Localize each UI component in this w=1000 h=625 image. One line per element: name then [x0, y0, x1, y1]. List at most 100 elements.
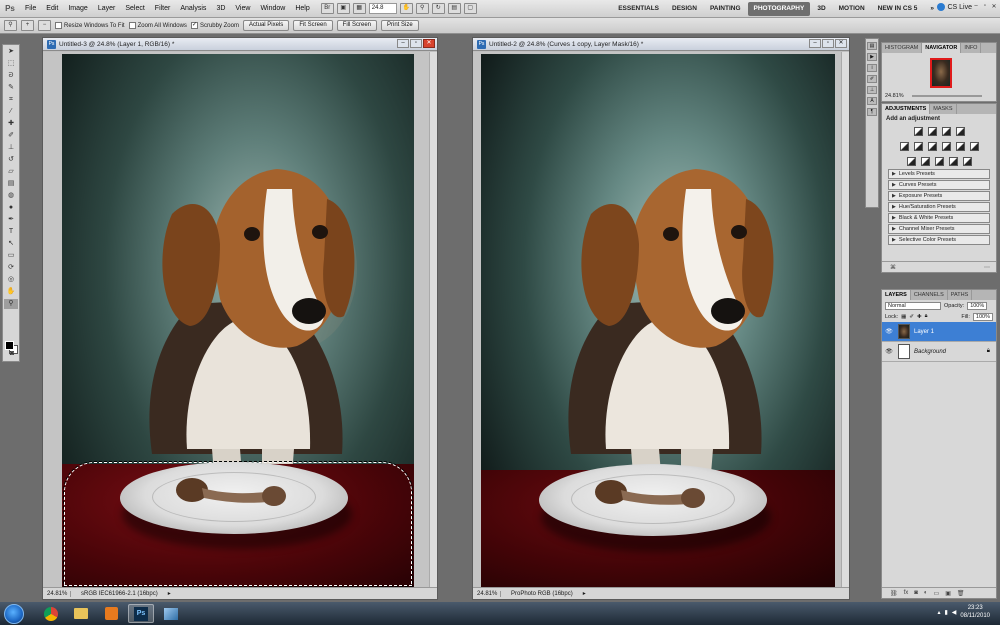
hand-tool-icon[interactable]: ✋ [399, 3, 413, 14]
volume-icon[interactable]: ◀ [952, 609, 957, 616]
panel-options-icon[interactable]: ⋯ [984, 264, 990, 271]
tab-channels[interactable]: CHANNELS [911, 290, 948, 300]
preset-black-white[interactable]: ▶ Black & White Presets [888, 213, 990, 223]
history-brush-tool-icon[interactable]: ↺ [4, 155, 18, 165]
color-balance-icon[interactable] [927, 142, 937, 151]
curves-icon[interactable] [941, 127, 951, 136]
workspace-painting[interactable]: PAINTING [704, 2, 747, 16]
network-icon[interactable]: ▮ [944, 609, 947, 616]
exposure-icon[interactable] [955, 127, 965, 136]
zoom-tool-icon[interactable]: ⚲ [415, 3, 429, 14]
tab-navigator[interactable]: NAVIGATOR [922, 43, 962, 53]
eyedropper-tool-icon[interactable]: ⁄ [4, 107, 18, 117]
black-white-icon[interactable] [941, 142, 951, 151]
pen-tool-icon[interactable]: ✒ [4, 215, 18, 225]
view-extras-icon[interactable]: ▦ [352, 3, 366, 14]
tab-info[interactable]: INFO [961, 43, 982, 53]
quick-mask-icon[interactable]: ◙ [5, 349, 19, 359]
hue-saturation-icon[interactable] [913, 142, 923, 151]
close-icon[interactable]: ✕ [423, 39, 435, 48]
status-arrow-icon[interactable]: ▸ [583, 590, 586, 597]
restore-icon[interactable]: ▫ [410, 39, 422, 48]
workspace-photography[interactable]: PHOTOGRAPHY [747, 2, 811, 16]
photoshop-taskbar-icon[interactable]: Ps [128, 604, 154, 623]
menu-filter[interactable]: Filter [150, 5, 176, 12]
photo-canvas[interactable] [481, 54, 835, 587]
mini-bridge-icon[interactable]: ▣ [336, 3, 350, 14]
photo-canvas[interactable] [62, 54, 414, 587]
eraser-tool-icon[interactable]: ▱ [4, 167, 18, 177]
3d-rotate-tool-icon[interactable]: ⟳ [4, 263, 18, 273]
arrange-documents-icon[interactable]: ▤ [447, 3, 461, 14]
status-zoom[interactable]: 24.81% [47, 590, 71, 597]
tab-masks[interactable]: MASKS [930, 104, 957, 114]
levels-icon[interactable] [927, 127, 937, 136]
clip-to-layer-icon[interactable]: ⌘ [890, 264, 896, 271]
menu-select[interactable]: Select [120, 5, 149, 12]
crop-tool-icon[interactable]: ⌗ [4, 95, 18, 105]
lock-position-icon[interactable]: ✚ [917, 314, 922, 320]
move-tool-icon[interactable]: ➤ [4, 47, 18, 57]
actions-panel-icon[interactable]: ▶ [867, 53, 877, 61]
document-titlebar[interactable]: Ps Untitled-2 @ 24.8% (Curves 1 copy, La… [473, 38, 849, 51]
resize-windows-checkbox[interactable]: Resize Windows To Fit [55, 22, 125, 29]
status-arrow-icon[interactable]: ▸ [168, 590, 171, 597]
lock-pixels-icon[interactable]: ▦ [901, 314, 906, 320]
menu-layer[interactable]: Layer [93, 5, 121, 12]
zoom-tool-preset-icon[interactable]: ⚲ [4, 20, 17, 31]
fit-screen-button[interactable]: Fit Screen [293, 20, 333, 31]
workspace-motion[interactable]: MOTION [833, 2, 871, 16]
workspace-essentials[interactable]: ESSENTIALS [612, 2, 665, 16]
print-size-button[interactable]: Print Size [381, 20, 419, 31]
workspace-design[interactable]: DESIGN [666, 2, 703, 16]
new-adjustment-icon[interactable]: ◐ [924, 590, 928, 596]
menu-view[interactable]: View [230, 5, 255, 12]
invert-icon[interactable] [906, 157, 916, 166]
screen-mode-icon[interactable]: ▢ [463, 3, 477, 14]
path-selection-tool-icon[interactable]: ↖ [4, 239, 18, 249]
tab-adjustments[interactable]: ADJUSTMENTS [882, 104, 931, 114]
navigator-zoom[interactable]: 24.81% [885, 93, 904, 99]
blend-mode-select[interactable]: Normal [885, 301, 941, 310]
fill-screen-button[interactable]: Fill Screen [336, 20, 377, 31]
layer-style-icon[interactable]: fx [904, 590, 909, 596]
vertical-scrollbar[interactable] [841, 52, 849, 587]
tab-histogram[interactable]: HISTOGRAM [882, 43, 923, 53]
workspace-3d[interactable]: 3D [811, 2, 831, 16]
preset-channel-mixer[interactable]: ▶ Channel Mixer Presets [888, 224, 990, 234]
app-zoom-field[interactable]: 24.8 [368, 3, 397, 14]
navigator-thumbnail[interactable] [930, 58, 952, 88]
lock-paint-icon[interactable]: ✐ [909, 314, 914, 320]
menu-file[interactable]: File [20, 5, 41, 12]
posterize-icon[interactable] [920, 157, 930, 166]
minimize-icon[interactable]: – [397, 39, 409, 48]
menu-help[interactable]: Help [290, 5, 314, 12]
tab-layers[interactable]: LAYERS [882, 290, 911, 300]
photo-filter-icon[interactable] [955, 142, 965, 151]
link-layers-icon[interactable]: ⛓ [890, 590, 898, 597]
layer-row-background[interactable]: 👁︎ Background 🔒︎ [882, 342, 996, 362]
character-panel-icon[interactable]: A [867, 97, 877, 105]
zoom-tool-icon[interactable]: ⚲ [4, 299, 18, 309]
gradient-tool-icon[interactable]: ▤ [4, 179, 18, 189]
blur-tool-icon[interactable]: ◍ [4, 191, 18, 201]
zoom-in-icon[interactable]: + [21, 20, 34, 31]
brush-tool-icon[interactable]: ✐ [4, 131, 18, 141]
paragraph-panel-icon[interactable]: ¶ [867, 108, 877, 116]
info-panel-icon[interactable]: i [867, 64, 877, 72]
menu-analysis[interactable]: Analysis [175, 5, 211, 12]
status-zoom[interactable]: 24.81% [477, 590, 501, 597]
add-mask-icon[interactable]: ◙ [914, 590, 918, 596]
navigator-zoom-slider[interactable] [912, 95, 982, 97]
workspace-new-in-cs5[interactable]: NEW IN CS 5 [872, 2, 924, 16]
3d-orbit-tool-icon[interactable]: ◎ [4, 275, 18, 285]
preset-hue-saturation[interactable]: ▶ Hue/Saturation Presets [888, 202, 990, 212]
close-icon[interactable]: ✕ [835, 39, 847, 48]
explorer-taskbar-icon[interactable] [68, 604, 94, 623]
clone-stamp-tool-icon[interactable]: ⊥ [4, 143, 18, 153]
minimize-icon[interactable]: – [809, 39, 821, 48]
chrome-taskbar-icon[interactable] [38, 604, 64, 623]
channel-mixer-icon[interactable] [969, 142, 979, 151]
tab-paths[interactable]: PATHS [948, 290, 973, 300]
canvas-area[interactable] [43, 52, 437, 587]
